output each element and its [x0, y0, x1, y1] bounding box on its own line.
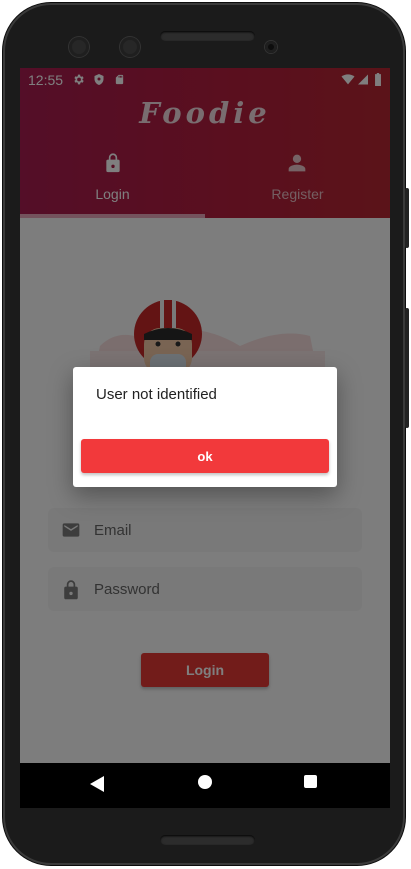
volume-button [405, 308, 409, 428]
earpiece-speaker [160, 31, 255, 41]
system-nav-bar [20, 763, 390, 808]
front-sensor-icon [120, 37, 140, 57]
proximity-sensor-icon [265, 41, 277, 53]
dialog-message: User not identified [96, 386, 217, 403]
bottom-speaker [160, 835, 255, 845]
back-icon[interactable] [90, 776, 104, 796]
ok-button[interactable]: ok [81, 439, 329, 473]
power-button [405, 188, 409, 248]
home-icon[interactable] [198, 775, 212, 789]
app-screen: 12:55 Foodie Logi [20, 68, 390, 808]
front-camera-icon [69, 37, 89, 57]
recents-icon[interactable] [304, 775, 317, 788]
alert-dialog: User not identified ok [73, 367, 337, 487]
